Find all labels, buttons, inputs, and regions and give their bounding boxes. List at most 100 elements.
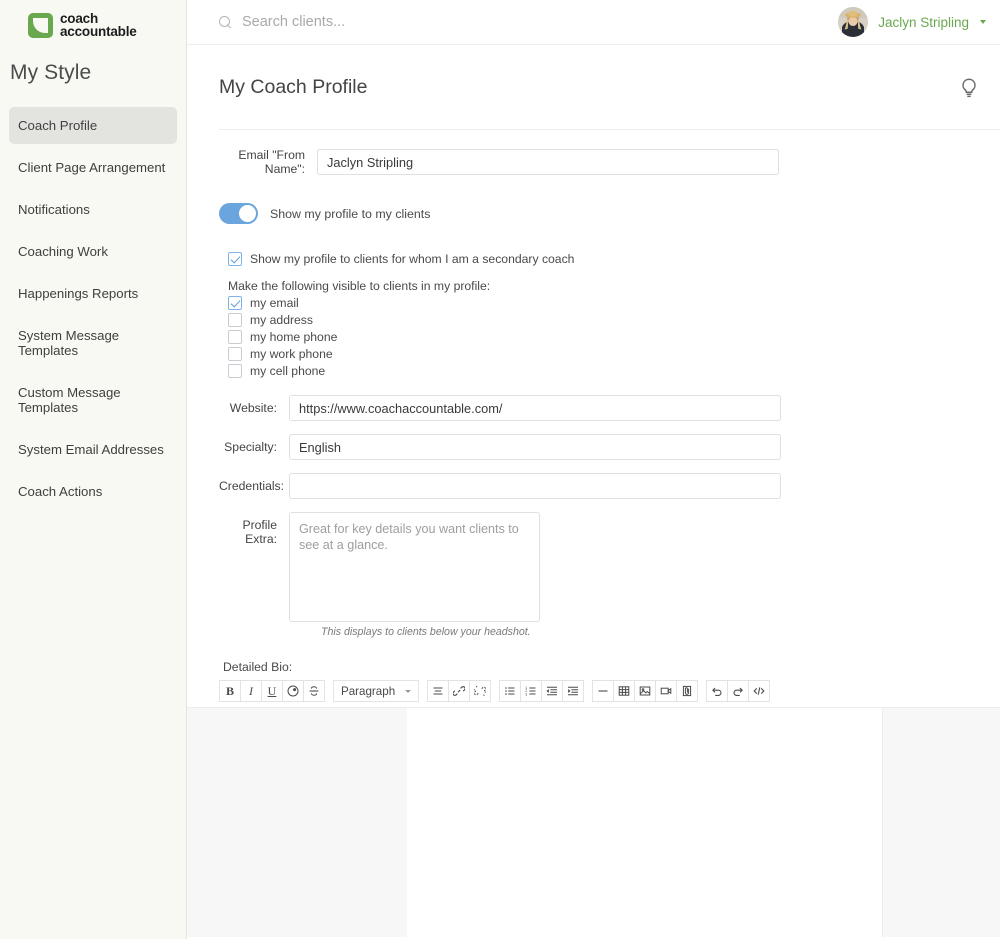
redo-icon[interactable] bbox=[727, 680, 750, 703]
avatar bbox=[838, 7, 869, 37]
profile-extra-row: Profile Extra: bbox=[219, 512, 1000, 623]
secondary-coach-checkbox[interactable] bbox=[228, 252, 242, 267]
credentials-label: Credentials: bbox=[219, 479, 285, 494]
brand-logo[interactable]: coach accountable bbox=[0, 0, 186, 38]
sidebar-item-system-email-addresses[interactable]: System Email Addresses bbox=[9, 431, 177, 468]
brand-line-2: accountable bbox=[60, 24, 137, 39]
search-box[interactable] bbox=[219, 13, 838, 31]
visibility-caption: Make the following visible to clients in… bbox=[228, 279, 491, 294]
editor-wrapper bbox=[187, 707, 1000, 938]
visibility-checkbox-my-home-phone[interactable] bbox=[228, 330, 242, 345]
paragraph-format-select[interactable]: Paragraph bbox=[333, 680, 420, 703]
sidebar-item-custom-message-templates[interactable]: Custom Message Templates bbox=[9, 374, 177, 426]
horizontal-rule-icon[interactable] bbox=[592, 680, 615, 703]
toggle-knob bbox=[239, 205, 256, 223]
user-menu[interactable]: Jaclyn Stripling bbox=[838, 7, 986, 37]
text-color-icon[interactable] bbox=[282, 680, 304, 703]
credentials-row: Credentials: bbox=[219, 473, 1000, 500]
sidebar-item-coaching-work[interactable]: Coaching Work bbox=[9, 233, 177, 270]
lightbulb-icon[interactable] bbox=[958, 76, 980, 100]
underline-icon[interactable]: U bbox=[261, 680, 283, 703]
toolbar-group-history bbox=[706, 680, 771, 703]
leaf-logo-icon bbox=[28, 12, 53, 38]
profile-extra-label: Profile Extra: bbox=[242, 518, 277, 547]
page-title: My Coach Profile bbox=[219, 76, 368, 99]
toolbar-group-align-link bbox=[427, 680, 492, 703]
unlink-icon[interactable] bbox=[469, 680, 492, 703]
specialty-label: Specialty: bbox=[224, 440, 277, 455]
sidebar-item-happenings-reports[interactable]: Happenings Reports bbox=[9, 275, 177, 312]
from-name-input[interactable] bbox=[317, 149, 779, 176]
link-icon[interactable] bbox=[448, 680, 471, 703]
brand-text: coach accountable bbox=[60, 12, 137, 39]
visibility-row-address: my address bbox=[228, 313, 1000, 328]
specialty-row: Specialty: bbox=[219, 434, 1000, 461]
toolbar-group-paragraph: Paragraph bbox=[333, 680, 420, 703]
code-view-icon[interactable] bbox=[748, 680, 771, 703]
show-profile-toggle[interactable] bbox=[219, 203, 258, 225]
user-name: Jaclyn Stripling bbox=[878, 14, 969, 30]
bold-icon[interactable]: B bbox=[219, 680, 241, 703]
chevron-down-icon bbox=[405, 689, 412, 693]
sidebar-item-notifications[interactable]: Notifications bbox=[9, 191, 177, 228]
unordered-list-icon[interactable] bbox=[499, 680, 522, 703]
toolbar-group-formatting: B I U bbox=[219, 680, 325, 703]
show-profile-toggle-row: Show my profile to my clients bbox=[219, 203, 1000, 225]
insert-image-icon[interactable] bbox=[634, 680, 657, 703]
form-content: Email "From Name": Show my profile to my… bbox=[187, 148, 1000, 939]
visibility-label-my-work-phone: my work phone bbox=[250, 347, 333, 362]
profile-extra-hint: This displays to clients below your head… bbox=[321, 626, 531, 639]
insert-file-icon[interactable] bbox=[676, 680, 699, 703]
secondary-coach-row: Show my profile to clients for whom I am… bbox=[228, 252, 1000, 267]
toolbar-group-lists: 1 2 3 bbox=[499, 680, 585, 703]
secondary-coach-label: Show my profile to clients for whom I am… bbox=[250, 252, 575, 267]
credentials-input[interactable] bbox=[289, 473, 781, 500]
from-name-label: Email "From Name": bbox=[238, 148, 305, 177]
sidebar: coach accountable My Style Coach Profile… bbox=[0, 0, 187, 939]
visibility-label-my-cell-phone: my cell phone bbox=[250, 364, 326, 379]
sidebar-item-coach-profile[interactable]: Coach Profile bbox=[9, 107, 177, 144]
sidebar-nav: Coach Profile Client Page Arrangement No… bbox=[0, 107, 186, 510]
align-icon[interactable] bbox=[427, 680, 450, 703]
sidebar-item-coach-actions[interactable]: Coach Actions bbox=[9, 473, 177, 510]
visibility-label-my-address: my address bbox=[250, 313, 313, 328]
visibility-label-my-email: my email bbox=[250, 296, 299, 311]
chevron-down-icon bbox=[980, 20, 986, 24]
visibility-row-email: my email bbox=[228, 296, 1000, 311]
undo-icon[interactable] bbox=[706, 680, 729, 703]
website-label: Website: bbox=[229, 401, 277, 416]
visibility-row-work-phone: my work phone bbox=[228, 347, 1000, 362]
website-input[interactable] bbox=[289, 395, 781, 422]
header-divider bbox=[219, 129, 1000, 131]
visibility-checkbox-my-address[interactable] bbox=[228, 313, 242, 328]
paragraph-format-value: Paragraph bbox=[341, 684, 396, 698]
search-icon bbox=[219, 15, 232, 29]
visibility-checkbox-my-email[interactable] bbox=[228, 296, 242, 311]
sidebar-item-client-page-arrangement[interactable]: Client Page Arrangement bbox=[9, 149, 177, 186]
app-root: coach accountable My Style Coach Profile… bbox=[0, 0, 1000, 939]
toolbar-group-insert bbox=[592, 680, 699, 703]
detailed-bio-editor[interactable] bbox=[407, 707, 883, 938]
ordered-list-icon[interactable]: 1 2 3 bbox=[520, 680, 543, 703]
indent-icon[interactable] bbox=[562, 680, 585, 703]
visibility-checkbox-my-work-phone[interactable] bbox=[228, 347, 242, 362]
visibility-row-cell-phone: my cell phone bbox=[228, 364, 1000, 379]
editor-toolbar: B I U Paragraph 1 2 3 bbox=[219, 680, 1000, 703]
search-input[interactable] bbox=[240, 13, 500, 31]
profile-extra-textarea[interactable] bbox=[289, 512, 540, 623]
visibility-row-home-phone: my home phone bbox=[228, 330, 1000, 345]
visibility-label-my-home-phone: my home phone bbox=[250, 330, 338, 345]
table-icon[interactable] bbox=[613, 680, 636, 703]
show-profile-toggle-label: Show my profile to my clients bbox=[270, 206, 431, 221]
strikethrough-icon[interactable] bbox=[303, 680, 325, 703]
italic-icon[interactable]: I bbox=[240, 680, 262, 703]
sidebar-title: My Style bbox=[10, 61, 92, 84]
specialty-input[interactable] bbox=[289, 434, 781, 461]
topbar: Jaclyn Stripling bbox=[187, 0, 1000, 45]
outdent-icon[interactable] bbox=[541, 680, 564, 703]
sidebar-item-system-message-templates[interactable]: System Message Templates bbox=[9, 317, 177, 369]
visibility-checkbox-my-cell-phone[interactable] bbox=[228, 364, 242, 379]
website-row: Website: bbox=[219, 395, 1000, 422]
insert-video-icon[interactable] bbox=[655, 680, 678, 703]
main-area: Jaclyn Stripling My Coach Profile Email … bbox=[187, 0, 1000, 939]
